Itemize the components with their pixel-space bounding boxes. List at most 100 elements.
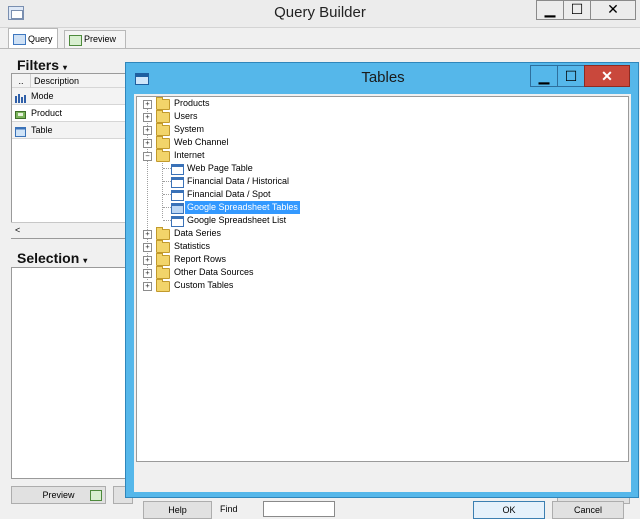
table-icon <box>171 190 184 201</box>
grid-header: .. Description <box>12 74 130 88</box>
tree-node-report-rows[interactable]: + Report Rows <box>143 253 443 266</box>
filter-row-product[interactable]: Product <box>12 105 130 122</box>
dialog-close-button[interactable]: ✕ <box>584 65 630 87</box>
selection-heading[interactable]: Selection ▾ <box>17 250 87 266</box>
help-button[interactable]: Help <box>143 501 212 519</box>
tree-node-label: Data Series <box>174 228 222 238</box>
folder-icon <box>156 97 170 110</box>
preview-grid-icon <box>90 490 102 501</box>
folder-icon <box>156 110 170 123</box>
expand-icon[interactable]: + <box>143 230 152 239</box>
tree-connector <box>163 181 171 182</box>
table-icon <box>13 34 26 45</box>
find-input[interactable] <box>263 501 335 517</box>
tree-connector <box>163 194 171 195</box>
collapse-icon[interactable]: − <box>143 152 152 161</box>
folder-icon <box>156 123 170 136</box>
filter-row-table[interactable]: Table <box>12 122 130 139</box>
filter-row-mode[interactable]: Mode <box>12 88 130 105</box>
minimize-button[interactable]: ▁ <box>536 0 564 20</box>
tree-node-system[interactable]: + System <box>143 123 443 136</box>
table-icon <box>171 164 184 175</box>
filter-row-label: Mode <box>31 91 54 101</box>
folder-icon <box>156 227 170 240</box>
product-box-icon <box>15 109 26 119</box>
tree-node-other-data-sources[interactable]: + Other Data Sources <box>143 266 443 279</box>
tree-node-label: Other Data Sources <box>174 267 254 277</box>
tab-query[interactable]: Query <box>8 28 58 48</box>
expand-icon[interactable]: + <box>143 139 152 148</box>
dialog-minimize-button[interactable]: ▁ <box>530 65 558 87</box>
tree-node-internet[interactable]: − Internet <box>143 149 443 162</box>
tree-node-data-series[interactable]: + Data Series <box>143 227 443 240</box>
dialog-client-area: + Products + Users + System + Web Channe… <box>134 94 631 519</box>
tree-node-label: Statistics <box>174 241 211 251</box>
folder-icon <box>156 136 170 149</box>
selection-panel <box>11 267 131 479</box>
folder-icon <box>156 240 170 253</box>
table-icon <box>171 177 184 188</box>
tree-node-label: Web Channel <box>174 137 229 147</box>
table-icon <box>171 216 184 227</box>
table-icon <box>171 203 184 214</box>
close-button[interactable]: ✕ <box>590 0 636 20</box>
tables-tree[interactable]: + Products + Users + System + Web Channe… <box>136 96 629 462</box>
tree-node-financial-spot[interactable]: Financial Data / Spot <box>171 188 471 201</box>
tree-node-label: System <box>174 124 205 134</box>
tree-node-web-page-table[interactable]: Web Page Table <box>171 162 471 175</box>
expand-icon[interactable]: + <box>143 269 152 278</box>
expand-icon[interactable]: + <box>143 113 152 122</box>
tree-node-custom-tables[interactable]: + Custom Tables <box>143 279 443 292</box>
tree-node-label: Products <box>174 98 210 108</box>
selection-heading-label: Selection <box>17 250 80 266</box>
tree-connector <box>163 207 171 208</box>
tab-preview-label: Preview <box>84 34 117 44</box>
tree-node-google-spreadsheet-tables[interactable]: Google Spreadsheet Tables <box>171 201 471 214</box>
ok-button[interactable]: OK <box>473 501 545 519</box>
tree-node-label: Financial Data / Historical <box>187 176 290 186</box>
preview-button-label: Preview <box>42 490 75 500</box>
filters-heading[interactable]: Filters ▾ <box>17 57 67 73</box>
scroll-left-arrow-icon[interactable]: < <box>15 225 20 235</box>
expand-icon[interactable]: + <box>143 126 152 135</box>
expand-icon[interactable]: + <box>143 282 152 291</box>
tree-node-label: Custom Tables <box>174 280 234 290</box>
table-icon <box>15 126 26 137</box>
filters-horizontal-scrollbar[interactable]: < <box>11 222 131 238</box>
tab-preview[interactable]: Preview <box>64 30 126 48</box>
tree-node-financial-historical[interactable]: Financial Data / Historical <box>171 175 471 188</box>
preview-button[interactable]: Preview <box>11 486 106 504</box>
tree-node-web-channel[interactable]: + Web Channel <box>143 136 443 149</box>
dialog-maximize-button[interactable]: ☐ <box>557 65 585 87</box>
tab-strip-border <box>0 48 640 49</box>
folder-icon <box>156 253 170 266</box>
expand-icon[interactable]: + <box>143 256 152 265</box>
bar-chart-icon <box>15 92 26 103</box>
tree-node-statistics[interactable]: + Statistics <box>143 240 443 253</box>
filters-grid: .. Description Mode Product Table <box>11 73 131 239</box>
tree-connector <box>163 168 171 169</box>
maximize-button[interactable]: ☐ <box>563 0 591 20</box>
tree-node-products[interactable]: + Products <box>143 97 443 110</box>
tables-dialog: Tables ▁ ☐ ✕ + Products + Users + System… <box>125 62 639 519</box>
description-column-header[interactable]: Description <box>31 76 79 86</box>
expand-icon[interactable]: + <box>143 100 152 109</box>
folder-icon <box>156 266 170 279</box>
tree-node-google-spreadsheet-list[interactable]: Google Spreadsheet List <box>171 214 471 227</box>
tree-node-label: Report Rows <box>174 254 227 264</box>
tree-node-label: Financial Data / Spot <box>187 189 271 199</box>
cancel-button[interactable]: Cancel <box>552 501 624 519</box>
tree-node-users[interactable]: + Users <box>143 110 443 123</box>
open-folder-icon <box>156 149 170 162</box>
tree-node-label-selected: Google Spreadsheet Tables <box>185 201 300 214</box>
row-header-marker: .. <box>12 74 31 88</box>
tree-node-label: Internet <box>174 150 205 160</box>
folder-icon <box>156 279 170 292</box>
filter-row-label: Product <box>31 108 63 118</box>
dropdown-arrow-icon: ▾ <box>83 256 88 265</box>
expand-icon[interactable]: + <box>143 243 152 252</box>
tree-node-label: Google Spreadsheet List <box>187 215 287 225</box>
filter-row-label: Table <box>31 125 53 135</box>
tab-query-label: Query <box>28 34 53 44</box>
tree-node-label: Users <box>174 111 198 121</box>
